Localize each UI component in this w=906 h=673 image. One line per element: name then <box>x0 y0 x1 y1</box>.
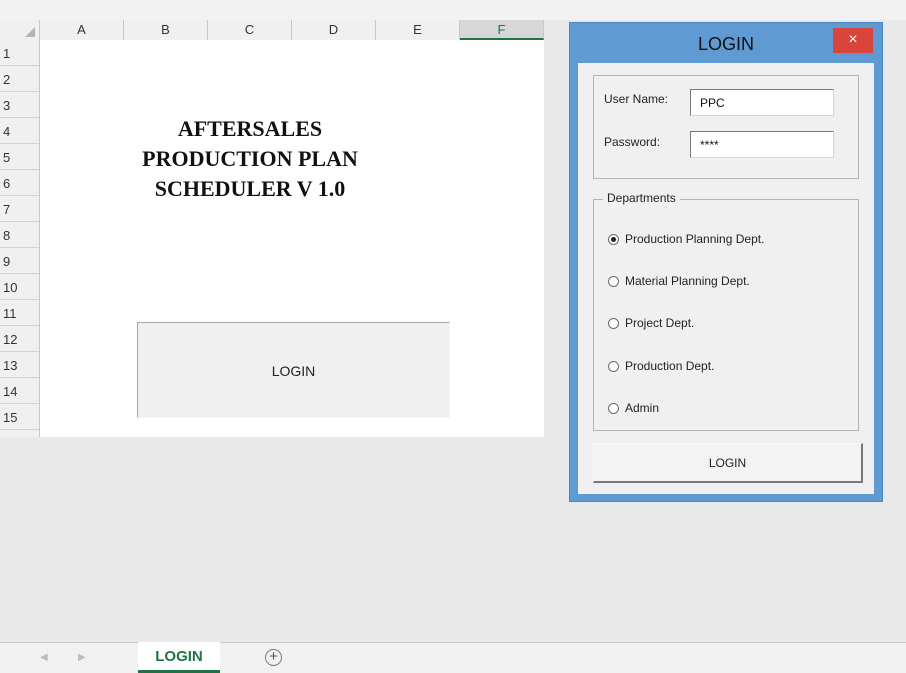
row-header[interactable]: 6 <box>0 170 39 196</box>
radio-label: Material Planning Dept. <box>625 274 750 288</box>
column-header-c[interactable]: C <box>208 20 292 40</box>
row-header[interactable]: 2 <box>0 66 39 92</box>
row-header[interactable]: 5 <box>0 144 39 170</box>
radio-dot-icon <box>611 237 616 242</box>
password-label: Password: <box>604 135 661 149</box>
sheet-login-button[interactable]: LOGIN <box>137 322 450 418</box>
sheet-tab-login[interactable]: LOGIN <box>138 642 220 673</box>
radio-label: Production Dept. <box>625 359 715 373</box>
column-header-f[interactable]: F <box>460 20 544 40</box>
close-button[interactable]: × <box>833 28 873 53</box>
password-input[interactable]: **** <box>690 131 834 158</box>
row-header[interactable]: 13 <box>0 352 39 378</box>
radio-label: Admin <box>625 401 660 415</box>
select-all-icon <box>25 27 35 37</box>
row-header[interactable]: 10 <box>0 274 39 300</box>
radio-unchecked-icon <box>608 403 619 414</box>
login-dialog: LOGIN × User Name: PPC Password: **** De… <box>569 22 883 502</box>
row-header[interactable]: 9 <box>0 248 39 274</box>
radio-label: Project Dept. <box>625 316 695 330</box>
row-header[interactable]: 8 <box>0 222 39 248</box>
row-header[interactable]: 3 <box>0 92 39 118</box>
sheet-tab-bar: ◀ ▶ LOGIN + <box>0 642 906 673</box>
close-icon: × <box>848 31 858 48</box>
caret-left-icon[interactable]: ◀ <box>40 652 48 663</box>
radio-unchecked-icon <box>608 318 619 329</box>
dialog-body: User Name: PPC Password: **** Department… <box>578 63 874 494</box>
username-input[interactable]: PPC <box>690 89 834 116</box>
spreadsheet[interactable]: A B C D E F 1 2 3 4 5 6 7 8 9 10 11 12 1… <box>0 20 544 437</box>
row-header[interactable]: 11 <box>0 300 39 326</box>
row-header-column: 1 2 3 4 5 6 7 8 9 10 11 12 13 14 15 <box>0 40 40 437</box>
row-header[interactable]: 4 <box>0 118 39 144</box>
scheduler-title: AFTERSALES PRODUCTION PLAN SCHEDULER V 1… <box>100 114 400 204</box>
departments-label: Departments <box>603 191 680 205</box>
username-label: User Name: <box>604 92 669 106</box>
dialog-login-button[interactable]: LOGIN <box>593 443 863 483</box>
row-header[interactable]: 1 <box>0 40 39 66</box>
column-header-e[interactable]: E <box>376 20 460 40</box>
radio-label: Production Planning Dept. <box>625 232 765 246</box>
add-sheet-button[interactable]: + <box>265 649 282 666</box>
title-line-1: AFTERSALES <box>177 116 323 141</box>
column-header-row: A B C D E F <box>0 20 544 41</box>
column-header-d[interactable]: D <box>292 20 376 40</box>
row-header[interactable]: 14 <box>0 378 39 404</box>
top-strip <box>0 0 906 20</box>
select-all-corner[interactable] <box>0 20 40 40</box>
plus-icon: + <box>269 648 278 665</box>
radio-checked-icon <box>608 234 619 245</box>
caret-right-icon[interactable]: ▶ <box>78 652 86 663</box>
radio-unchecked-icon <box>608 361 619 372</box>
column-header-b[interactable]: B <box>124 20 208 40</box>
radio-unchecked-icon <box>608 276 619 287</box>
row-header[interactable]: 15 <box>0 404 39 430</box>
title-line-2: PRODUCTION PLAN <box>142 146 358 171</box>
column-header-a[interactable]: A <box>40 20 124 40</box>
row-header[interactable]: 12 <box>0 326 39 352</box>
title-line-3: SCHEDULER V 1.0 <box>154 176 346 201</box>
row-header[interactable]: 7 <box>0 196 39 222</box>
